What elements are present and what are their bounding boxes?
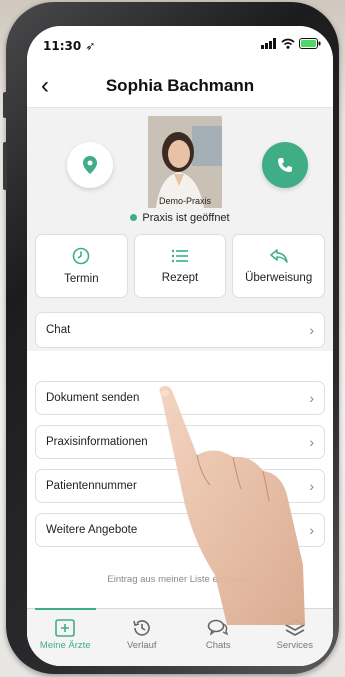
phone-frame: 11:30 ➶ ‹ Sophia Bachmann Demo-Praxis Pr… — [3, 2, 339, 674]
menu-item-patientennummer[interactable]: Patientennummer › — [35, 469, 325, 503]
photo-caption: Demo-Praxis — [158, 196, 211, 206]
menu-item-label: Patientennummer — [46, 480, 137, 492]
remove-entry-link[interactable]: Eintrag aus meiner Liste entfernen — [27, 574, 333, 585]
practice-status: Praxis ist geöffnet — [27, 212, 333, 224]
status-dot — [130, 213, 138, 221]
menu-item-weitere-angebote[interactable]: Weitere Angebote › — [35, 513, 325, 547]
termin-label: Termin — [64, 273, 99, 285]
nav-header: ‹ Sophia Bachmann — [27, 66, 333, 108]
list-icon — [171, 249, 188, 263]
side-button — [3, 142, 7, 190]
chevron-right-icon: › — [309, 478, 314, 494]
termin-button[interactable]: Termin — [35, 234, 128, 298]
tab-verlauf[interactable]: Verlauf — [104, 609, 181, 666]
status-bar: 11:30 ➶ — [27, 26, 333, 66]
app-screen: 11:30 ➶ ‹ Sophia Bachmann Demo-Praxis Pr… — [27, 26, 333, 666]
chevron-right-icon: › — [309, 322, 314, 338]
battery-icon — [299, 38, 321, 49]
menu-item-praxisinformationen[interactable]: Praxisinformationen › — [35, 425, 325, 459]
menu-item-dokument-senden[interactable]: Dokument senden › — [35, 381, 325, 415]
tab-label: Meine Ärzte — [39, 640, 91, 651]
rezept-label: Rezept — [161, 272, 199, 284]
profile-section: Demo-Praxis Praxis ist geöffnet — [27, 108, 333, 226]
chevron-right-icon: › — [309, 522, 314, 538]
page-title: Sophia Bachmann — [105, 76, 255, 95]
portrait-image — [148, 116, 222, 208]
location-button[interactable] — [67, 142, 113, 188]
practice-status-text: Praxis ist geöffnet — [142, 212, 230, 224]
plus-square-icon — [55, 619, 76, 637]
status-icons — [261, 38, 321, 49]
menu-item-label: Praxisinformationen — [46, 436, 148, 448]
chat-row-label: Chat — [46, 324, 71, 336]
status-time: 11:30 ➶ — [43, 39, 96, 53]
signal-icon — [261, 38, 276, 49]
tab-services[interactable]: Services — [257, 609, 334, 666]
chat-bubbles-icon — [207, 619, 229, 636]
tab-label: Verlauf — [126, 640, 157, 651]
doctor-photo: Demo-Praxis — [148, 116, 222, 208]
menu-item-label: Dokument senden — [46, 392, 140, 404]
tab-label: Services — [276, 640, 313, 651]
layers-icon — [284, 619, 305, 636]
forward-icon — [269, 249, 288, 263]
tab-meine-aerzte[interactable]: Meine Ärzte — [27, 608, 104, 666]
map-pin-icon — [83, 156, 97, 174]
chevron-right-icon: › — [309, 434, 314, 450]
rezept-button[interactable]: Rezept — [133, 234, 227, 298]
history-icon — [132, 620, 150, 636]
chat-row[interactable]: Chat › — [35, 312, 325, 348]
phone-icon — [278, 158, 292, 172]
ueberweisung-button[interactable]: Überweisung — [232, 234, 326, 298]
action-buttons: Termin Rezept Überweisung — [27, 234, 333, 298]
menu-item-label: Weitere Angebote — [46, 524, 138, 536]
clock-icon — [73, 247, 90, 265]
tab-bar: Meine Ärzte Verlauf Chats Services — [27, 608, 333, 666]
call-button[interactable] — [262, 142, 308, 188]
tab-label: Chats — [205, 640, 231, 651]
tab-chats[interactable]: Chats — [180, 609, 257, 666]
side-button — [3, 92, 7, 118]
chevron-right-icon: › — [309, 390, 314, 406]
ueberweisung-label: Überweisung — [245, 272, 313, 284]
wifi-icon — [281, 38, 295, 49]
